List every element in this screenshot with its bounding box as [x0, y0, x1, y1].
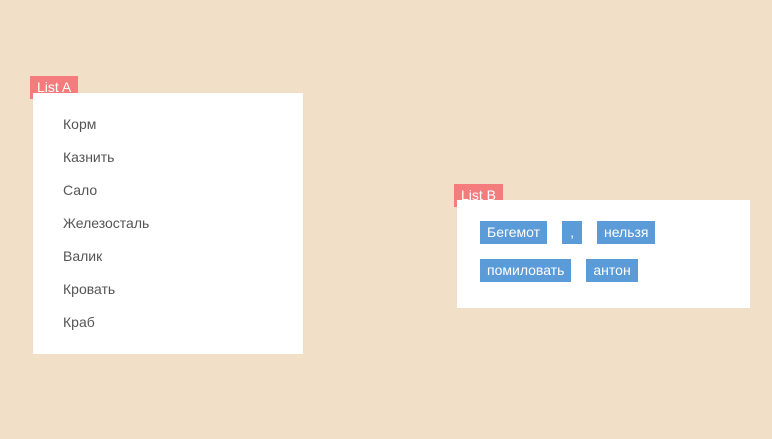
list-b-row: Бегемот , нельзя	[480, 221, 750, 244]
list-a-item-salo[interactable]: Сало	[33, 179, 303, 212]
list-a-item-zhelezostal[interactable]: Железосталь	[33, 212, 303, 245]
list-a-item-kaznit[interactable]: Казнить	[33, 146, 303, 179]
list-b-chip-begemot[interactable]: Бегемот	[480, 221, 548, 244]
list-a-item-korm[interactable]: Корм	[33, 113, 303, 146]
list-a-item-krab[interactable]: Краб	[33, 311, 303, 344]
list-b-panel[interactable]: Бегемот , нельзя помиловать антон	[457, 200, 750, 308]
list-b-chip-pomilovat[interactable]: помиловать	[480, 259, 572, 282]
list-b-chip-nelzya[interactable]: нельзя	[596, 221, 656, 244]
list-b-chip-anton[interactable]: антон	[586, 259, 638, 282]
list-a-item-krovat[interactable]: Кровать	[33, 278, 303, 311]
list-a-panel: Корм Казнить Сало Железосталь Валик Кров…	[33, 93, 303, 354]
list-b-row: помиловать антон	[480, 259, 750, 282]
list-a-item-valik[interactable]: Валик	[33, 245, 303, 278]
list-b-chip-comma[interactable]: ,	[562, 221, 582, 244]
